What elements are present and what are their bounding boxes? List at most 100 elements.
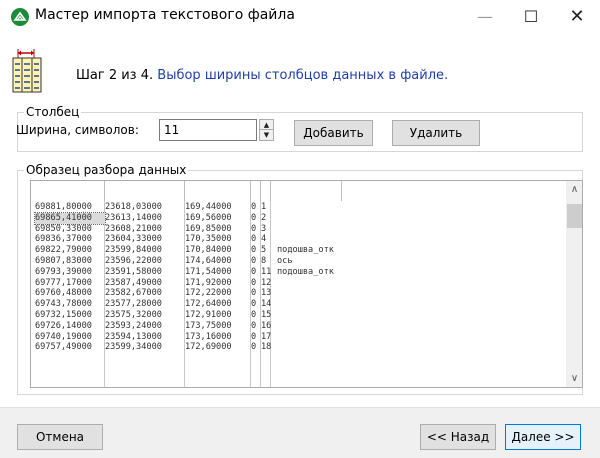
preview-cell: 0: [251, 245, 257, 256]
preview-cell: 23591,58000: [105, 266, 162, 277]
preview-cell: 69881,80000: [35, 202, 92, 212]
preview-cell: 23599,84000: [105, 245, 162, 256]
preview-cell: 174,64000: [185, 255, 232, 266]
preview-cell: подошва_отк: [277, 245, 334, 256]
preview-cell: 169,56000: [185, 212, 232, 223]
minimize-button[interactable]: —: [462, 0, 508, 32]
data-preview[interactable]: 69881,80000 23618,03000 169,44000 0 1 69865,4…: [30, 180, 583, 388]
preview-cell: 23593,24000: [105, 320, 162, 331]
preview-cell: 8: [261, 255, 267, 266]
step-number: Шаг 2 из 4.: [76, 68, 154, 83]
back-button[interactable]: << Назад: [420, 424, 496, 450]
app-icon: [11, 8, 29, 26]
ruler-break[interactable]: [184, 181, 185, 201]
preview-row: 69740,19000 23594,13000 173,16000 0 17: [35, 332, 555, 343]
preview-cell: 14: [261, 299, 272, 310]
preview-cell: 69726,14000: [35, 320, 92, 331]
preview-cell: 13: [261, 288, 272, 299]
preview-cell: 172,69000: [185, 342, 232, 353]
preview-cell: 23575,32000: [105, 309, 162, 320]
preview-cell: 23604,33000: [105, 234, 162, 245]
preview-cell: 23582,67000: [105, 288, 162, 299]
preview-cell: ось: [277, 255, 293, 266]
preview-cell: 170,35000: [185, 234, 232, 245]
ruler-break[interactable]: [341, 181, 342, 201]
column-width-icon: [12, 47, 42, 93]
preview-cell: 0: [251, 266, 257, 277]
ruler-break[interactable]: [104, 181, 105, 201]
preview-cell: 23577,28000: [105, 299, 162, 310]
spin-up-icon[interactable]: ▲: [260, 120, 273, 130]
title-bar: Мастер импорта текстового файла — ☐ ✕: [0, 0, 600, 32]
preview-row: 69822,79000 23599,84000 170,84000 0 5 подошва…: [35, 245, 555, 256]
preview-cell: 3: [261, 223, 267, 234]
ruler-break[interactable]: [250, 181, 251, 201]
preview-cell: 0: [251, 331, 257, 342]
preview-cell: 1: [261, 202, 267, 212]
preview-cell: 23613,14000: [105, 212, 162, 223]
preview-cell: 23594,13000: [105, 331, 162, 342]
preview-cell: 171,92000: [185, 277, 232, 288]
preview-cell: 23618,03000: [105, 202, 162, 212]
close-button[interactable]: ✕: [554, 0, 600, 32]
add-column-button[interactable]: Добавить: [294, 120, 373, 146]
preview-cell: 170,84000: [185, 245, 232, 256]
preview-cell: 0: [251, 234, 257, 245]
preview-row: 69807,83000 23596,22000 174,64000 0 8 ось: [35, 256, 555, 267]
preview-cell: 69822,79000: [35, 245, 92, 256]
preview-row: 69743,78000 23577,28000 172,64000 0 14: [35, 299, 555, 310]
preview-cell: подошва_отк: [277, 266, 334, 277]
preview-cell: 2: [261, 212, 267, 223]
width-input[interactable]: 11: [159, 119, 257, 141]
delete-column-button[interactable]: Удалить: [392, 120, 480, 146]
preview-row: 69777,17000 23587,49000 171,92000 0 12: [35, 278, 555, 289]
maximize-button[interactable]: ☐: [508, 0, 554, 32]
preview-cell: 69777,17000: [35, 277, 92, 288]
next-button[interactable]: Далее >>: [505, 424, 581, 450]
cancel-button[interactable]: Отмена: [17, 424, 103, 450]
preview-row: 69836,37000 23604,33000 170,35000 0 4: [35, 234, 555, 245]
preview-cell: 173,16000: [185, 331, 232, 342]
sample-group-legend: Образец разбора данных: [24, 163, 189, 177]
preview-cell: 0: [251, 223, 257, 234]
width-label: Ширина, символов:: [16, 123, 139, 137]
scroll-thumb[interactable]: [567, 204, 582, 228]
preview-cell: 173,75000: [185, 320, 232, 331]
scroll-down-icon[interactable]: ∨: [566, 370, 582, 387]
scroll-up-icon[interactable]: ∧: [566, 181, 582, 198]
preview-cell: 18: [261, 342, 272, 353]
preview-row: 69726,14000 23593,24000 173,75000 0 16: [35, 321, 555, 332]
preview-cell: 69757,49000: [35, 342, 92, 353]
preview-row: 69865,41000 23613,14000 169,56000 0 2: [34, 211, 555, 225]
preview-rows: 69881,80000 23618,03000 169,44000 0 1 69865,4…: [34, 202, 555, 353]
column-ruler[interactable]: [31, 181, 564, 201]
preview-cell: 0: [251, 212, 257, 223]
preview-cell: 172,91000: [185, 309, 232, 320]
preview-cell: 0: [251, 342, 257, 353]
preview-cell: 17: [261, 331, 272, 342]
ruler-break[interactable]: [260, 181, 261, 201]
preview-cell: 0: [251, 255, 257, 266]
preview-cell: 0: [251, 277, 257, 288]
preview-cell: 12: [261, 277, 272, 288]
preview-cell: 0: [251, 202, 257, 212]
preview-cell: 69850,33000: [35, 223, 92, 234]
preview-cell: 4: [261, 234, 267, 245]
preview-row: 69732,15000 23575,32000 172,91000 0 15: [35, 310, 555, 321]
preview-row: 69793,39000 23591,58000 171,54000 0 11 подошв…: [35, 267, 555, 278]
width-spinner[interactable]: ▲ ▼: [259, 119, 274, 141]
preview-row: 69881,80000 23618,03000 169,44000 0 1: [35, 202, 555, 213]
vertical-scrollbar[interactable]: ∧ ∨: [566, 181, 582, 387]
preview-cell: 16: [261, 320, 272, 331]
preview-cell: 69743,78000: [35, 299, 92, 310]
ruler-break[interactable]: [270, 181, 271, 201]
preview-cell: 5: [261, 245, 267, 256]
step-caption: Шаг 2 из 4. Выбор ширины столбцов данных…: [76, 68, 448, 83]
preview-cell: 172,64000: [185, 299, 232, 310]
spin-down-icon[interactable]: ▼: [260, 130, 273, 140]
preview-cell: 0: [251, 320, 257, 331]
window-title: Мастер импорта текстового файла: [35, 7, 295, 23]
preview-cell: 11: [261, 266, 272, 277]
column-group-legend: Столбец: [24, 105, 82, 119]
preview-cell: 171,54000: [185, 266, 232, 277]
